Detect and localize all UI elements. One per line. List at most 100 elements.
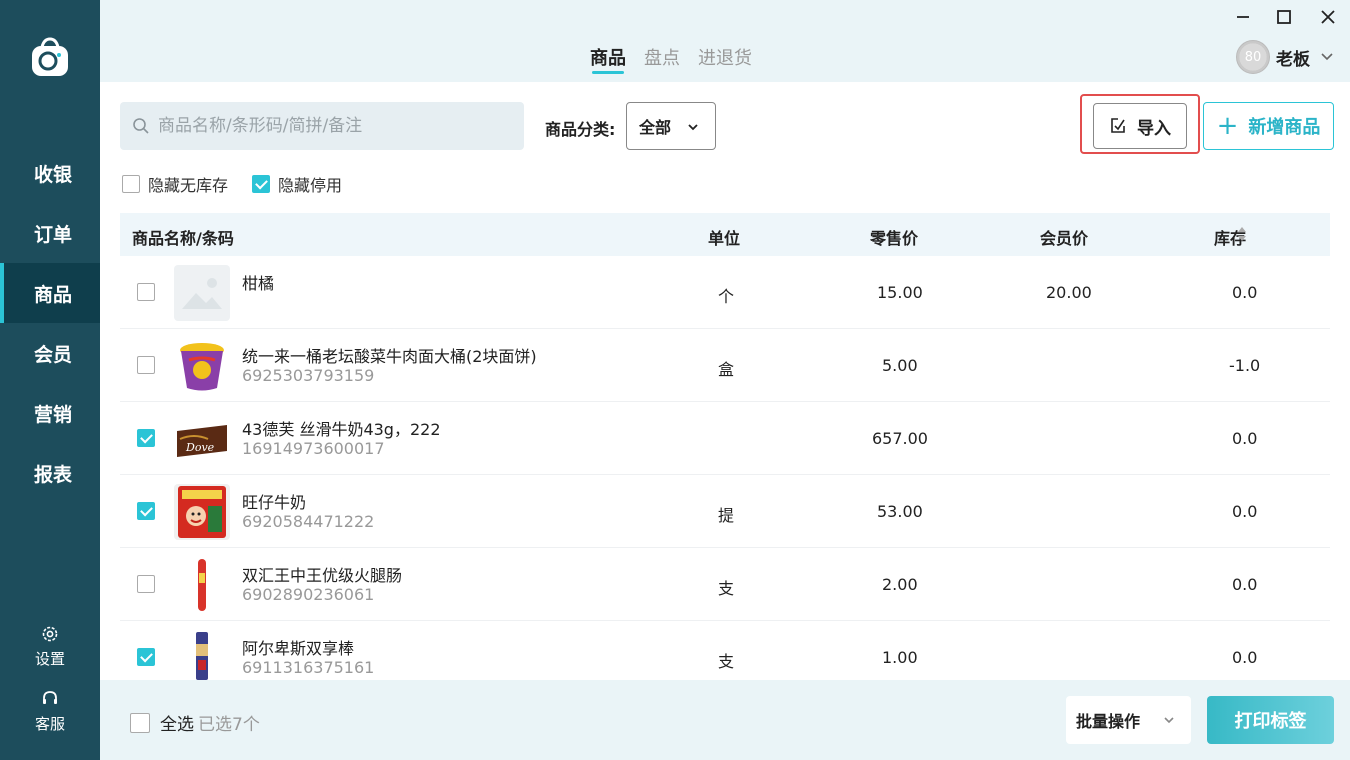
product-stock: 0.0 [1232,648,1258,667]
support-button[interactable]: 客服 [0,689,100,734]
hide-disabled-filter[interactable]: 隐藏停用 [252,172,342,196]
sidebar-item-members[interactable]: 会员 [0,323,100,383]
plus-icon: + [1216,111,1239,141]
product-name: 统一来一桶老坛酸菜牛肉面大桶(2块面饼) [242,347,537,366]
chevron-down-icon [1321,53,1333,61]
product-stock: 0.0 [1232,502,1258,521]
search-icon [133,118,149,134]
category-value: 全部 [639,118,672,137]
sidebar-item-label: 营销 [34,403,73,426]
product-unit: 提 [718,506,735,525]
tab-purchase-return[interactable]: 进退货 [698,44,752,74]
user-name: 老板 [1276,49,1310,70]
add-product-button[interactable]: + 新增商品 [1203,102,1334,150]
product-stock: -1.0 [1229,356,1261,375]
sidebar-item-marketing[interactable]: 营销 [0,383,100,443]
sidebar-item-label: 报表 [34,463,73,486]
print-label-button[interactable]: 打印标签 [1207,696,1334,744]
add-product-label: 新增商品 [1248,117,1321,138]
app-logo-icon [32,37,68,76]
table-row[interactable]: Dove 43德芙 丝滑牛奶43g，222 16914973600017 657… [120,402,1330,475]
support-label: 客服 [34,715,65,733]
row-checkbox[interactable] [137,283,155,301]
hide-no-stock-checkbox[interactable] [122,175,140,193]
row-checkbox[interactable] [137,648,155,666]
sidebar-item-products[interactable]: 商品 [0,263,100,323]
user-menu[interactable]: 80 老板 [1236,40,1334,74]
product-name: 柑橘 [242,274,275,293]
table-row[interactable]: 统一来一桶老坛酸菜牛肉面大桶(2块面饼) 6925303793159 盒 5.0… [120,329,1330,402]
sidebar-item-label: 商品 [34,283,73,306]
product-stock: 0.0 [1232,283,1258,302]
product-retail-price: 5.00 [882,356,918,375]
sidebar-item-checkout[interactable]: 收银 [0,143,100,203]
product-name: 双汇王中王优级火腿肠 [242,566,403,585]
row-checkbox[interactable] [137,575,155,593]
noodle-cup-image [174,338,230,394]
chevron-down-icon [688,124,698,131]
product-panel: 商品分类: 全部 导入 + 新增商品 隐藏无库存 隐藏停用 商品名称/条码 单位… [100,82,1350,680]
top-tabs: 商品 盘点 进退货 [590,44,770,74]
product-unit: 支 [718,652,735,671]
product-retail-price: 15.00 [877,283,923,302]
minimize-icon[interactable] [1232,6,1254,28]
close-icon[interactable] [1317,6,1339,28]
table-row[interactable]: 双汇王中王优级火腿肠 6902890236061 支 2.00 0.0 [120,548,1330,621]
product-barcode: 6920584471222 [242,512,375,531]
select-all[interactable]: 全选 已选7个 [130,710,260,735]
table-row[interactable]: 柑橘 个 15.00 20.00 0.0 [120,256,1330,329]
sidebar-item-orders[interactable]: 订单 [0,203,100,263]
selected-count: 已选7个 [198,715,260,735]
settings-button[interactable]: 设置 [0,624,100,669]
import-icon [1111,118,1125,133]
product-unit: 支 [718,579,735,598]
sort-icon[interactable] [1237,225,1247,243]
search-box[interactable] [120,102,524,150]
candy-stick-image [174,630,230,680]
product-barcode: 6911316375161 [242,658,375,677]
print-label-text: 打印标签 [1234,711,1307,732]
select-all-checkbox[interactable] [130,712,150,733]
product-retail-price: 2.00 [882,575,918,594]
product-stock: 0.0 [1232,575,1258,594]
table-header: 商品名称/条码 单位 零售价 会员价 库存 [120,213,1330,256]
product-unit: 盒 [718,360,735,379]
hide-disabled-label: 隐藏停用 [278,176,343,195]
select-all-label: 全选 [160,715,194,735]
product-member-price: 20.00 [1046,283,1092,302]
category-select[interactable]: 全部 [626,102,716,150]
product-retail-price: 657.00 [872,429,928,448]
headset-icon [43,691,57,704]
chocolate-image: Dove [174,411,230,467]
avatar: 80 [1236,40,1270,74]
product-name: 旺仔牛奶 [242,493,307,512]
hide-no-stock-label: 隐藏无库存 [148,176,229,195]
tab-products[interactable]: 商品 [590,44,626,74]
product-barcode: 6925303793159 [242,366,375,385]
hide-no-stock-filter[interactable]: 隐藏无库存 [122,172,228,196]
sidebar-item-label: 会员 [34,343,73,366]
row-checkbox[interactable] [137,356,155,374]
chevron-down-icon [1164,717,1174,724]
batch-operation-label: 批量操作 [1076,712,1141,731]
search-input[interactable] [158,116,518,136]
product-name: 43德芙 丝滑牛奶43g，222 [242,420,441,439]
import-button[interactable]: 导入 [1093,103,1187,149]
row-checkbox[interactable] [137,502,155,520]
column-header-member-price: 会员价 [1040,229,1089,248]
sidebar: 收银 订单 商品 会员 营销 报表 设置 客服 [0,0,100,760]
tab-inventory-check[interactable]: 盘点 [644,44,680,74]
sausage-image [174,557,230,613]
sidebar-item-label: 订单 [34,223,73,246]
batch-operation-select[interactable]: 批量操作 [1066,696,1191,744]
sidebar-item-reports[interactable]: 报表 [0,443,100,503]
table-row[interactable]: 阿尔卑斯双享棒 6911316375161 支 1.00 0.0 [120,621,1330,680]
product-barcode: 16914973600017 [242,439,385,458]
product-name: 阿尔卑斯双享棒 [242,639,355,658]
category-label: 商品分类: [545,120,616,139]
hide-disabled-checkbox[interactable] [252,175,270,193]
sidebar-item-label: 收银 [34,163,73,186]
row-checkbox[interactable] [137,429,155,447]
maximize-icon[interactable] [1273,6,1295,28]
table-row[interactable]: 旺仔牛奶 6920584471222 提 53.00 0.0 [120,475,1330,548]
